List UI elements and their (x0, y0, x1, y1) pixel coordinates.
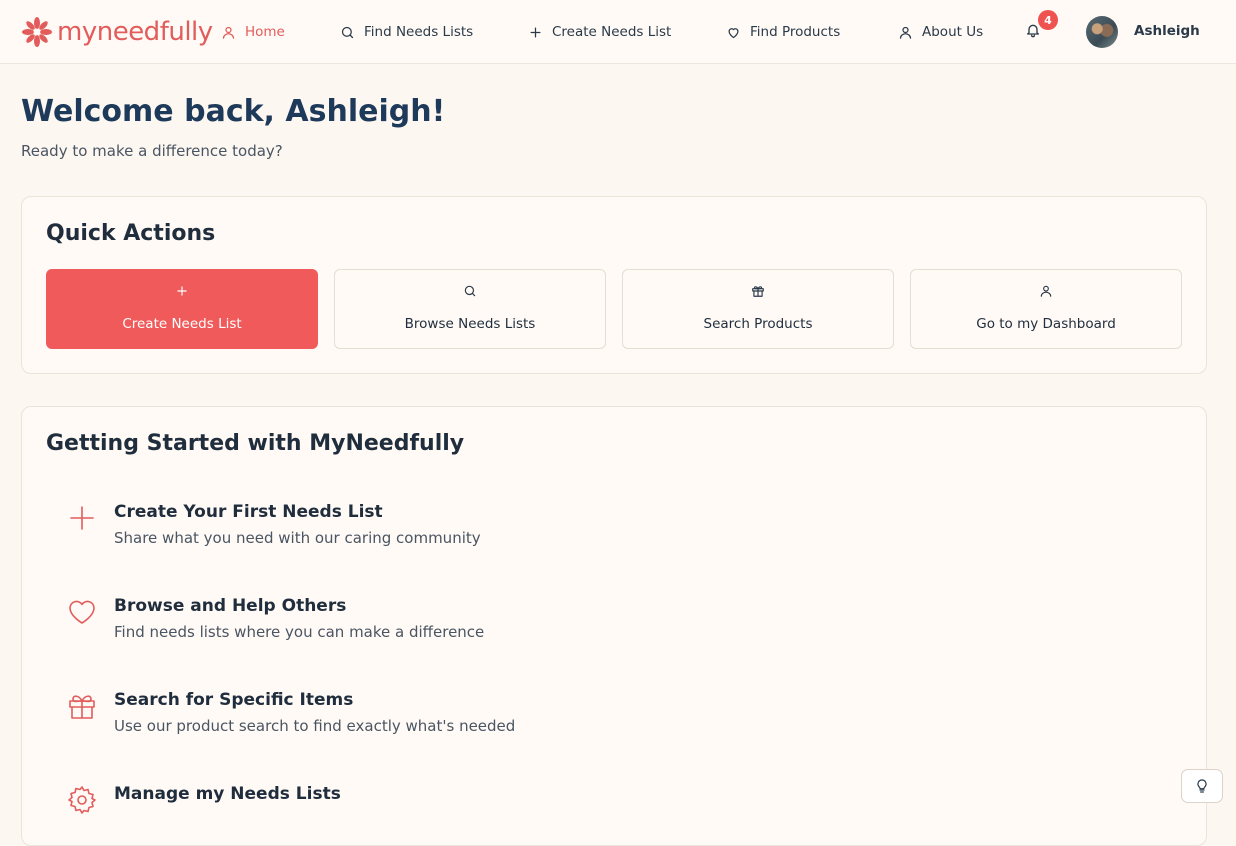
list-item-title: Manage my Needs Lists (114, 784, 341, 804)
nav-find-needs-lists[interactable]: Find Needs Lists (340, 20, 473, 44)
search-icon (464, 285, 476, 297)
heart-icon (66, 596, 98, 628)
list-item-create-first-needs-list[interactable]: Create Your First Needs List Share what … (66, 502, 1166, 562)
quick-actions-card: Quick Actions Create Needs List Browse N… (21, 196, 1207, 374)
list-item-title: Create Your First Needs List (114, 502, 383, 522)
logo-wordmark: myneedfully (57, 17, 213, 47)
gift-icon (752, 286, 764, 297)
search-products-button[interactable]: Search Products (622, 269, 894, 349)
quick-actions-title: Quick Actions (46, 221, 216, 246)
nav-home-label: Home (245, 24, 285, 40)
create-needs-list-button[interactable]: Create Needs List (46, 269, 318, 349)
nav-find-needs-lists-label: Find Needs Lists (364, 24, 474, 40)
plus-icon (66, 502, 98, 534)
user-icon (1040, 285, 1052, 297)
list-item-search-specific-items[interactable]: Search for Specific Items Use our produc… (66, 690, 1166, 750)
list-item-title: Browse and Help Others (114, 596, 347, 616)
go-to-dashboard-button[interactable]: Go to my Dashboard (910, 269, 1182, 349)
plus-icon (177, 286, 187, 296)
nav-about-us[interactable]: About Us (898, 20, 983, 44)
list-item-description: Share what you need with our caring comm… (114, 529, 481, 547)
go-to-dashboard-label: Go to my Dashboard (976, 316, 1116, 332)
avatar[interactable] (1086, 16, 1118, 48)
page-title: Welcome back, Ashleigh! (21, 94, 446, 129)
nav-create-needs-list-label: Create Needs List (552, 24, 672, 40)
getting-started-card: Getting Started with MyNeedfully Create … (21, 406, 1207, 846)
list-item-description: Find needs lists where you can make a di… (114, 623, 485, 641)
browse-needs-lists-button[interactable]: Browse Needs Lists (334, 269, 606, 349)
logo-mark-icon (22, 17, 52, 47)
heart-icon (728, 27, 739, 38)
nav-home[interactable]: Home (221, 20, 285, 44)
create-needs-list-label: Create Needs List (122, 316, 242, 332)
gear-icon (66, 784, 98, 816)
list-item-description: Use our product search to find exactly w… (114, 717, 516, 735)
logo[interactable]: myneedfully (21, 15, 213, 49)
nav-about-us-label: About Us (922, 24, 984, 40)
browse-needs-lists-label: Browse Needs Lists (404, 316, 536, 332)
plus-icon (530, 27, 541, 37)
gift-icon (66, 690, 98, 722)
search-products-label: Search Products (703, 316, 813, 332)
list-item-manage-needs-lists[interactable]: Manage my Needs Lists (66, 784, 1166, 844)
nav-create-needs-list[interactable]: Create Needs List (528, 20, 671, 44)
user-menu-name[interactable]: Ashleigh (1134, 23, 1200, 39)
nav-find-products-label: Find Products (750, 24, 841, 40)
list-item-browse-and-help[interactable]: Browse and Help Others Find needs lists … (66, 596, 1166, 656)
page-subtitle: Ready to make a difference today? (21, 142, 283, 160)
lightbulb-icon (1197, 779, 1207, 793)
list-item-title: Search for Specific Items (114, 690, 354, 710)
search-icon (341, 26, 354, 38)
notification-count-badge: 4 (1038, 10, 1058, 30)
tips-button[interactable] (1181, 769, 1223, 803)
user-icon (899, 26, 912, 39)
user-icon (222, 26, 235, 39)
nav-find-products[interactable]: Find Products (726, 20, 840, 44)
top-navigation-bar: myneedfully Home Find Needs Lists Create… (0, 0, 1236, 64)
getting-started-title: Getting Started with MyNeedfully (46, 431, 465, 456)
